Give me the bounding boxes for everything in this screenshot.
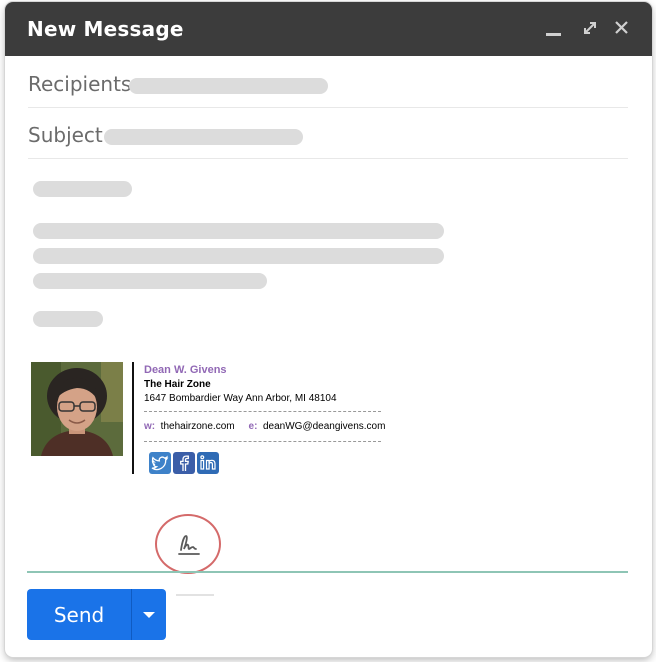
signature-icon bbox=[178, 535, 200, 555]
linkedin-link[interactable] bbox=[197, 452, 219, 474]
signature-website[interactable]: thehairzone.com bbox=[161, 421, 235, 432]
dropdown-arrow-icon bbox=[143, 612, 155, 618]
signature-divider bbox=[132, 362, 134, 474]
insert-signature-button[interactable] bbox=[155, 514, 221, 574]
send-button-label: Send bbox=[53, 602, 105, 627]
toolbar-divider bbox=[27, 571, 628, 573]
subject-field[interactable]: Subject bbox=[28, 109, 628, 159]
close-button[interactable] bbox=[611, 16, 633, 40]
twitter-icon bbox=[151, 455, 169, 471]
body-placeholder-line bbox=[33, 181, 132, 197]
facebook-link[interactable] bbox=[173, 452, 195, 474]
signature-contact-line: w: thehairzone.com e: deanWG@deangivens.… bbox=[144, 421, 385, 432]
linkedin-icon bbox=[200, 455, 216, 470]
signature-dashed-divider bbox=[144, 411, 381, 412]
body-placeholder-line bbox=[33, 223, 444, 239]
signature-name: Dean W. Givens bbox=[144, 364, 227, 376]
minimize-icon bbox=[546, 33, 561, 36]
email-signature: Dean W. Givens The Hair Zone 1647 Bombar… bbox=[31, 360, 391, 476]
subject-placeholder bbox=[104, 129, 303, 145]
compose-titlebar[interactable]: New Message bbox=[5, 2, 652, 56]
recipients-label: Recipients bbox=[28, 72, 132, 96]
facebook-icon bbox=[180, 455, 189, 471]
window-title: New Message bbox=[27, 17, 184, 41]
expand-button[interactable] bbox=[579, 16, 601, 40]
send-options-button[interactable] bbox=[131, 589, 166, 640]
expand-icon bbox=[584, 22, 596, 34]
recipients-field[interactable]: Recipients bbox=[28, 58, 628, 108]
twitter-link[interactable] bbox=[149, 452, 171, 474]
signature-photo bbox=[31, 362, 123, 456]
compose-window: New Message Recipients Subject Dean W. G… bbox=[5, 2, 652, 657]
body-placeholder-line bbox=[33, 273, 267, 289]
signature-company: The Hair Zone bbox=[144, 379, 211, 390]
email-label: e: bbox=[248, 421, 258, 432]
signature-address: 1647 Bombardier Way Ann Arbor, MI 48104 bbox=[144, 393, 337, 404]
body-placeholder-line bbox=[33, 248, 444, 264]
web-label: w: bbox=[144, 421, 156, 432]
toolbar-separator bbox=[176, 594, 214, 596]
signature-email[interactable]: deanWG@deangivens.com bbox=[263, 421, 385, 432]
recipients-placeholder bbox=[129, 78, 328, 94]
body-placeholder-line bbox=[33, 311, 103, 327]
send-button[interactable]: Send bbox=[27, 589, 131, 640]
minimize-button[interactable] bbox=[543, 16, 565, 40]
close-icon bbox=[615, 21, 628, 34]
subject-label: Subject bbox=[28, 123, 103, 147]
signature-dashed-divider bbox=[144, 441, 381, 442]
